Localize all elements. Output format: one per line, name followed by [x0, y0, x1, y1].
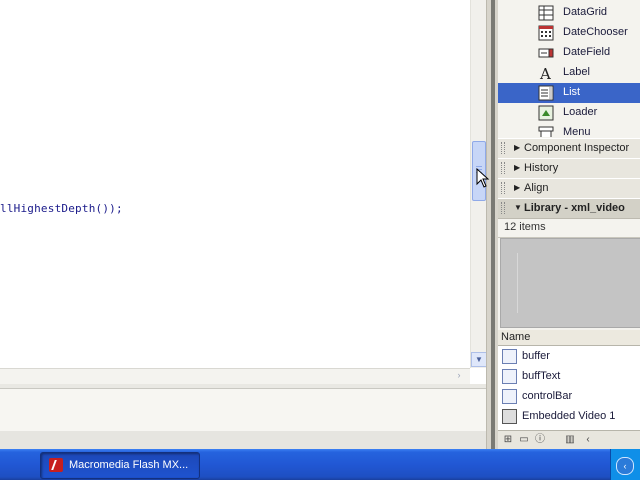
new-folder-icon[interactable]: ▭ [518, 434, 530, 446]
component-item-label[interactable]: A Label [498, 63, 640, 83]
component-label: Loader [563, 106, 598, 118]
datagrid-icon [538, 5, 554, 21]
expand-triangle-icon: ▶ [514, 143, 521, 152]
svg-text:A: A [539, 65, 551, 81]
library-item[interactable]: controlBar [498, 386, 640, 406]
component-label: List [563, 86, 581, 98]
panel-library[interactable]: ▼ Library - xml_video [498, 198, 640, 219]
tray-network-icon[interactable]: ‹ [616, 457, 634, 475]
flash-app-icon [49, 458, 63, 472]
component-item-list[interactable]: List [498, 83, 640, 103]
symbol-icon [502, 349, 517, 364]
library-toolbar: ⊞ ▭ ⓘ ▥ ‹ [498, 430, 640, 450]
text-symbol-icon [502, 369, 517, 384]
column-header-name[interactable]: Name [498, 330, 640, 346]
component-label: DateField [563, 46, 611, 58]
menu-icon [538, 126, 554, 137]
code-editor[interactable] [0, 0, 470, 368]
component-item-datechooser[interactable]: DateChooser [498, 23, 640, 43]
scroll-left-arrow-icon[interactable]: ‹ [582, 434, 594, 446]
library-item[interactable]: buffer [498, 346, 640, 366]
component-label: Label [563, 66, 590, 78]
symbol-icon [502, 389, 517, 404]
panel-align[interactable]: ▶ Align [498, 178, 640, 199]
video-icon [502, 409, 517, 424]
new-symbol-icon[interactable]: ⊞ [502, 434, 514, 446]
datefield-icon [538, 48, 554, 58]
library-item[interactable]: buffText [498, 366, 640, 386]
properties-strip [0, 431, 486, 449]
datechooser-icon [538, 25, 554, 41]
component-item-menu[interactable]: Menu [498, 123, 640, 137]
list-icon [538, 85, 554, 101]
component-label: DataGrid [563, 6, 608, 18]
delete-icon[interactable]: ▥ [564, 434, 576, 446]
component-item-loader[interactable]: Loader [498, 103, 640, 123]
panel-history[interactable]: ▶ History [498, 158, 640, 179]
mouse-cursor-icon [476, 168, 490, 188]
editor-horizontal-scrollbar[interactable] [0, 368, 470, 384]
properties-panel [0, 389, 486, 432]
library-item[interactable]: Embedded Video 1 [498, 406, 640, 426]
component-label: DateChooser [563, 26, 628, 38]
scroll-right-arrow-icon[interactable]: › [452, 369, 466, 382]
component-item-datefield[interactable]: DateField [498, 43, 640, 63]
component-item-datagrid[interactable]: DataGrid [498, 3, 640, 23]
library-preview [500, 238, 640, 328]
expand-triangle-icon: ▶ [514, 183, 521, 192]
collapse-triangle-icon: ▼ [514, 203, 522, 212]
loader-icon [538, 105, 554, 121]
component-label: Menu [563, 126, 591, 137]
taskbar-button-flash[interactable]: Macromedia Flash MX... [40, 452, 200, 479]
panel-component-inspector[interactable]: ▶ Component Inspector [498, 138, 640, 159]
label-icon: A [539, 65, 551, 81]
code-line[interactable]: llHighestDepth()); [0, 202, 123, 215]
library-item-count: 12 items [498, 219, 640, 238]
expand-triangle-icon: ▶ [514, 163, 521, 172]
scroll-down-arrow-icon[interactable]: ▼ [471, 352, 487, 367]
properties-icon[interactable]: ⓘ [534, 434, 546, 446]
